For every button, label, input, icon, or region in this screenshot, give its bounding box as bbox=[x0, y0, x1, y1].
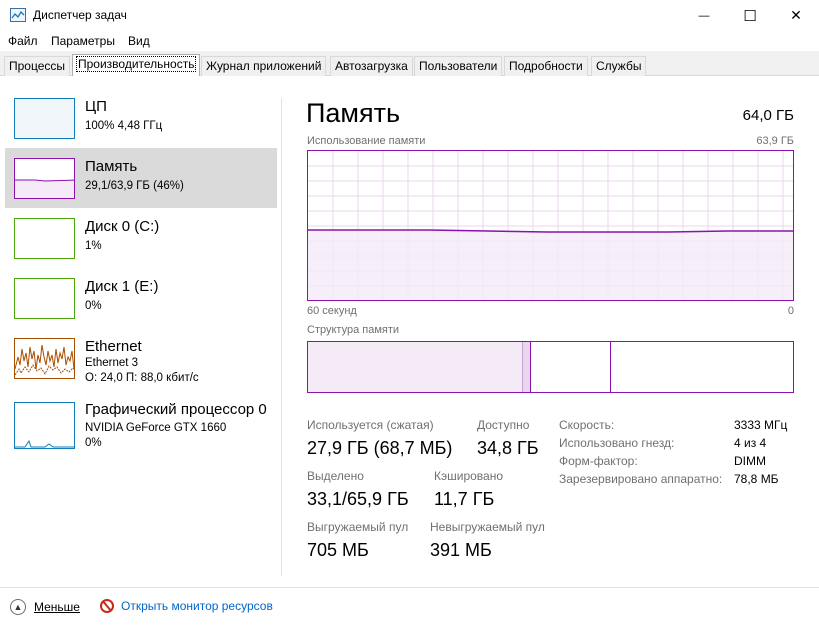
usage-graph-label: Использование памяти bbox=[307, 135, 426, 147]
cpu-thumbnail bbox=[14, 98, 75, 139]
form-factor-value: DIMM bbox=[734, 454, 766, 468]
sidebar-item-detail: 100% 4,48 ГГц bbox=[85, 120, 163, 132]
sidebar-item-detail: 0% bbox=[85, 300, 102, 312]
tab-performance-label: Производительность bbox=[75, 56, 197, 72]
memory-usage-graph bbox=[307, 150, 794, 301]
memory-usage-chart bbox=[308, 151, 793, 300]
tab-details[interactable]: Подробности bbox=[504, 56, 588, 76]
sidebar-item-model: NVIDIA GeForce GTX 1660 bbox=[85, 422, 227, 434]
page-title: Память bbox=[306, 98, 401, 128]
sidebar-item-title: Память bbox=[85, 158, 138, 175]
sidebar-item-title: ЦП bbox=[85, 98, 107, 115]
total-memory: 64,0 ГБ bbox=[742, 107, 794, 124]
sidebar-item-title: Графический процессор 0 bbox=[85, 401, 267, 418]
tab-app-history[interactable]: Журнал приложений bbox=[201, 56, 327, 76]
available-value: 34,8 ГБ bbox=[477, 438, 539, 458]
sidebar-item-title: Диск 1 (E:) bbox=[85, 278, 159, 295]
in-use-segment bbox=[308, 342, 522, 392]
paged-pool-value: 705 МБ bbox=[307, 540, 369, 560]
nonpaged-pool-value: 391 МБ bbox=[430, 540, 492, 560]
sidebar-item-disk-1[interactable]: Диск 1 (E:) 0% bbox=[5, 268, 277, 328]
form-factor-label: Форм-фактор: bbox=[559, 454, 638, 468]
tab-processes[interactable]: Процессы bbox=[4, 56, 71, 76]
menu-bar: Файл Параметры Вид bbox=[0, 31, 819, 51]
ethernet-thumbnail bbox=[14, 338, 75, 379]
tab-bar: Процессы Производительность Журнал прило… bbox=[0, 51, 819, 77]
in-use-value: 27,9 ГБ (68,7 МБ) bbox=[307, 438, 453, 458]
graph-axis-start: 60 секунд bbox=[307, 305, 357, 317]
fewer-details-label: Меньше bbox=[34, 600, 80, 614]
sidebar-item-detail: 1% bbox=[85, 240, 102, 252]
resource-monitor-icon bbox=[100, 599, 114, 613]
sidebar-item-title: Диск 0 (C:) bbox=[85, 218, 160, 235]
minimize-button[interactable]: — bbox=[681, 0, 727, 31]
close-button[interactable]: ✕ bbox=[773, 0, 819, 31]
structure-label: Структура памяти bbox=[307, 324, 400, 336]
cached-value: 11,7 ГБ bbox=[434, 489, 495, 509]
open-resource-monitor-label: Открыть монитор ресурсов bbox=[121, 599, 273, 613]
menu-file[interactable]: Файл bbox=[8, 34, 38, 48]
title-bar: Диспетчер задач — ☐ ✕ bbox=[0, 0, 819, 31]
disk-0-thumbnail bbox=[14, 218, 75, 259]
nonpaged-pool-label: Невыгружаемый пул bbox=[430, 520, 545, 534]
hardware-reserved-label: Зарезервировано аппаратно: bbox=[559, 472, 723, 486]
window-title: Диспетчер задач bbox=[33, 8, 127, 22]
menu-options[interactable]: Параметры bbox=[51, 34, 115, 48]
tab-services[interactable]: Службы bbox=[591, 56, 647, 76]
slots-label: Использовано гнезд: bbox=[559, 436, 675, 450]
task-manager-icon bbox=[10, 8, 26, 22]
menu-view[interactable]: Вид bbox=[128, 34, 150, 48]
committed-label: Выделено bbox=[307, 469, 364, 483]
memory-thumbnail bbox=[14, 158, 75, 199]
sidebar-item-detail: 0% bbox=[85, 437, 102, 449]
speed-value: 3333 МГц bbox=[734, 418, 788, 432]
standby-segment bbox=[530, 342, 610, 392]
in-use-label: Используется (сжатая) bbox=[307, 418, 434, 432]
slots-value: 4 из 4 bbox=[734, 436, 767, 450]
hardware-reserved-value: 78,8 МБ bbox=[734, 472, 779, 486]
gpu-thumbnail bbox=[14, 402, 75, 449]
open-resource-monitor-link[interactable]: Открыть монитор ресурсов bbox=[100, 599, 273, 613]
modified-segment bbox=[522, 342, 530, 392]
free-segment bbox=[610, 342, 793, 392]
graph-axis-end: 0 bbox=[787, 305, 794, 317]
fewer-details-button[interactable]: ▲ Меньше bbox=[10, 599, 80, 615]
tab-startup[interactable]: Автозагрузка bbox=[330, 56, 413, 76]
sidebar-item-ethernet[interactable]: Ethernet Ethernet 3 О: 24,0 П: 88,0 кбит… bbox=[5, 328, 277, 388]
close-icon: ✕ bbox=[790, 7, 802, 23]
tab-performance[interactable]: Производительность bbox=[72, 54, 201, 77]
paged-pool-label: Выгружаемый пул bbox=[307, 520, 409, 534]
sidebar-item-throughput: О: 24,0 П: 88,0 кбит/с bbox=[85, 372, 199, 384]
sidebar-item-gpu-0[interactable]: Графический процессор 0 NVIDIA GeForce G… bbox=[5, 394, 277, 456]
maximize-icon: ☐ bbox=[743, 7, 757, 25]
speed-label: Скорость: bbox=[559, 418, 615, 432]
performance-panel: ЦП 100% 4,48 ГГц Память 29,1/63,9 ГБ (46… bbox=[0, 76, 819, 587]
sidebar-item-title: Ethernet bbox=[85, 338, 142, 355]
panel-divider bbox=[281, 98, 282, 576]
chevron-up-icon: ▲ bbox=[10, 599, 26, 615]
cached-label: Кэшировано bbox=[434, 469, 504, 483]
footer-bar: ▲ Меньше Открыть монитор ресурсов bbox=[0, 587, 819, 631]
tab-users[interactable]: Пользователи bbox=[414, 56, 503, 76]
sidebar-item-memory[interactable]: Память 29,1/63,9 ГБ (46%) bbox=[5, 148, 277, 208]
committed-value: 33,1/65,9 ГБ bbox=[307, 489, 409, 509]
usage-graph-max: 63,9 ГБ bbox=[756, 135, 794, 147]
sidebar-item-disk-0[interactable]: Диск 0 (C:) 1% bbox=[5, 208, 277, 268]
disk-1-thumbnail bbox=[14, 278, 75, 319]
minimize-icon: — bbox=[698, 9, 710, 22]
maximize-button[interactable]: ☐ bbox=[727, 0, 773, 31]
available-label: Доступно bbox=[477, 418, 530, 432]
sidebar-item-cpu[interactable]: ЦП 100% 4,48 ГГц bbox=[5, 88, 277, 148]
sidebar-item-adapter: Ethernet 3 bbox=[85, 357, 139, 369]
memory-composition-bar bbox=[307, 341, 794, 393]
sidebar-item-detail: 29,1/63,9 ГБ (46%) bbox=[85, 180, 184, 192]
